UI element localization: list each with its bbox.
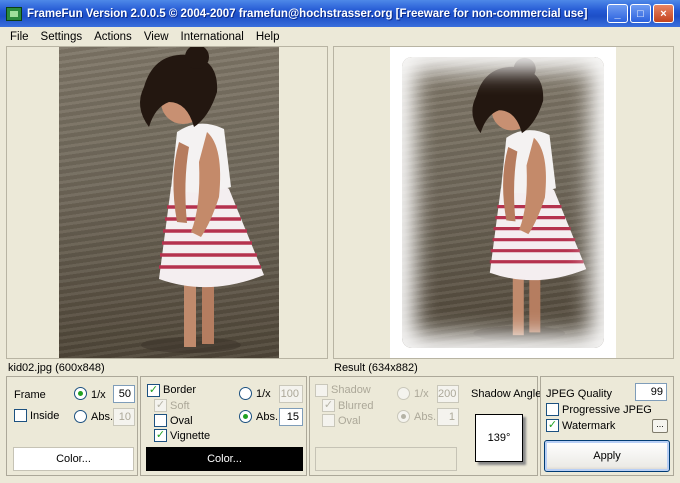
menu-bar: File Settings Actions View International…	[0, 27, 680, 47]
border-vignette-label: Vignette	[170, 430, 211, 442]
close-button[interactable]: ×	[653, 4, 674, 23]
shadow-angle-control[interactable]: 139°	[475, 414, 523, 462]
shadow-color-button[interactable]	[315, 447, 457, 471]
result-caption: Result (634x882)	[334, 362, 418, 374]
menu-international[interactable]: International	[175, 31, 250, 43]
shadow-oval-label: Oval	[338, 415, 361, 427]
border-abs-label: Abs.	[256, 411, 279, 423]
shadow-oval-checkbox[interactable]	[322, 414, 335, 427]
framefun-app-icon	[6, 6, 22, 21]
girl-figure	[140, 47, 264, 353]
frame-color-button[interactable]: Color...	[13, 447, 134, 471]
jpeg-quality-input[interactable]: 99	[635, 383, 667, 401]
border-label: Border	[163, 384, 197, 396]
maximize-icon: □	[637, 7, 644, 20]
output-group: JPEG Quality 99 Progressive JPEG ✓ Water…	[540, 376, 674, 476]
menu-view[interactable]: View	[138, 31, 175, 43]
source-photo	[59, 47, 279, 358]
menu-actions[interactable]: Actions	[88, 31, 138, 43]
frame-abs-label: Abs.	[91, 411, 114, 423]
frame-1x-input[interactable]: 50	[113, 385, 135, 403]
border-oval-checkbox[interactable]	[154, 414, 167, 427]
shadow-checkbox[interactable]	[315, 384, 328, 397]
shadow-group: Shadow ✓ Blurred Oval 1/x 200 Abs. 1 Sha…	[309, 376, 542, 476]
shadow-abs-input[interactable]: 1	[437, 408, 459, 426]
border-abs-radio[interactable]	[239, 410, 252, 423]
shadow-abs-radio[interactable]	[397, 410, 410, 423]
result-image-panel	[333, 46, 674, 359]
frame-label: Frame	[14, 389, 46, 401]
minimize-icon: _	[614, 7, 621, 20]
minimize-button[interactable]: _	[607, 4, 628, 23]
menu-help[interactable]: Help	[250, 31, 286, 43]
frame-inside-checkbox[interactable]	[14, 409, 27, 422]
result-vignette-frame	[402, 57, 604, 348]
border-checkbox[interactable]: ✓	[147, 384, 160, 397]
frame-abs-radio[interactable]	[74, 410, 87, 423]
source-caption: kid02.jpg (600x848)	[8, 362, 105, 374]
shadow-1x-input[interactable]: 200	[437, 385, 459, 403]
menu-file[interactable]: File	[4, 31, 35, 43]
border-vignette-checkbox[interactable]: ✓	[154, 429, 167, 442]
border-1x-label: 1/x	[256, 388, 271, 400]
border-soft-checkbox[interactable]: ✓	[154, 399, 167, 412]
frame-group: Frame 1/x 50 Inside Abs. 10 Color...	[6, 376, 138, 476]
source-image-panel	[6, 46, 328, 359]
shadow-blurred-label: Blurred	[338, 400, 374, 412]
menu-settings[interactable]: Settings	[35, 31, 89, 43]
vignette-overlay	[402, 57, 604, 348]
maximize-button[interactable]: □	[630, 4, 651, 23]
shadow-1x-radio[interactable]	[397, 387, 410, 400]
close-icon: ×	[660, 7, 667, 20]
watermark-checkbox[interactable]: ✓	[546, 419, 559, 432]
title-bar[interactable]: FrameFun Version 2.0.0.5 © 2004-2007 fra…	[0, 0, 680, 27]
progressive-jpeg-label: Progressive JPEG	[562, 404, 652, 416]
shadow-1x-label: 1/x	[414, 388, 429, 400]
frame-1x-label: 1/x	[91, 389, 106, 401]
border-1x-input[interactable]: 100	[279, 385, 303, 403]
border-1x-radio[interactable]	[239, 387, 252, 400]
apply-button[interactable]: Apply	[544, 440, 670, 472]
result-photo	[390, 47, 616, 358]
border-oval-label: Oval	[170, 415, 193, 427]
border-abs-input[interactable]: 15	[279, 408, 303, 426]
watermark-label: Watermark	[562, 420, 616, 432]
window-controls: _ □ ×	[607, 4, 674, 23]
frame-1x-radio[interactable]	[74, 387, 87, 400]
shadow-blurred-checkbox[interactable]: ✓	[322, 399, 335, 412]
frame-abs-input[interactable]: 10	[113, 408, 135, 426]
border-group: ✓ Border ✓ Soft Oval ✓ Vignette 1/x 100 …	[140, 376, 307, 476]
shadow-label: Shadow	[331, 384, 371, 396]
jpeg-quality-label: JPEG Quality	[546, 388, 613, 400]
window-title: FrameFun Version 2.0.0.5 © 2004-2007 fra…	[27, 7, 588, 20]
border-color-button[interactable]: Color...	[146, 447, 303, 471]
watermark-settings-button[interactable]: ...	[652, 419, 668, 433]
progressive-jpeg-checkbox[interactable]	[546, 403, 559, 416]
border-soft-label: Soft	[170, 400, 190, 412]
frame-inside-label: Inside	[30, 410, 60, 422]
shadow-angle-label: Shadow Angle	[471, 388, 542, 400]
shadow-abs-label: Abs.	[414, 411, 437, 423]
